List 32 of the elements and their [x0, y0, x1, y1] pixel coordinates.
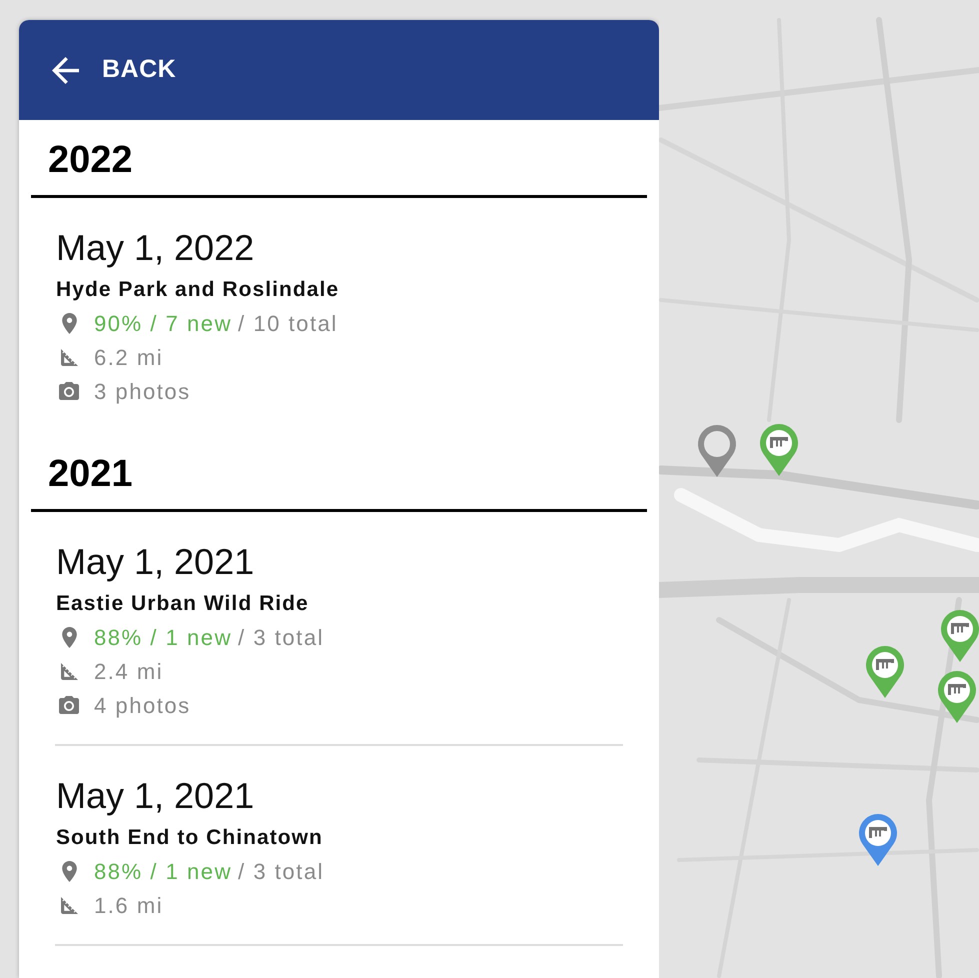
camera-icon	[59, 382, 79, 400]
map-pin-icon[interactable]	[760, 424, 798, 476]
ride-distance: 6.2 mi	[94, 344, 164, 370]
photo-count: 4 photos	[94, 692, 191, 718]
map-pin-icon	[62, 860, 76, 882]
year-heading: 2021	[47, 452, 134, 496]
ride-date: May 1, 2021	[56, 776, 256, 816]
ride-date: May 1, 2021	[56, 542, 256, 582]
ride-distance: 2.4 mi	[94, 658, 164, 684]
map-pin-icon[interactable]	[859, 814, 897, 866]
ride-distance: 1.6 mi	[94, 892, 164, 918]
map-pin-icon[interactable]	[938, 671, 976, 723]
map-pin-icon	[62, 626, 76, 648]
new-markers-count: 90% / 7 new	[94, 310, 232, 338]
new-markers-count: 88% / 1 new	[94, 624, 232, 652]
year-heading: 2022	[47, 138, 134, 182]
ride-title: Eastie Urban Wild Ride	[56, 591, 310, 617]
new-markers-count: 88% / 1 new	[94, 858, 232, 886]
back-arrow-icon	[52, 56, 79, 84]
photo-count: 3 photos	[94, 378, 191, 404]
ride-date: May 1, 2022	[56, 228, 256, 268]
map-pin-icon[interactable]	[698, 425, 736, 477]
map-pin-icon[interactable]	[866, 646, 904, 698]
back-button[interactable]: BACK	[52, 51, 176, 89]
map-pin-icon[interactable]	[941, 610, 979, 662]
map-pin-icon	[62, 312, 76, 334]
camera-icon	[59, 696, 79, 714]
total-markers-count: / 10 total	[238, 310, 338, 338]
total-markers-count: / 3 total	[238, 858, 324, 886]
total-markers-count: / 3 total	[238, 624, 324, 652]
ride-title: Hyde Park and Roslindale	[56, 277, 340, 303]
ride-title: South End to Chinatown	[56, 825, 324, 851]
